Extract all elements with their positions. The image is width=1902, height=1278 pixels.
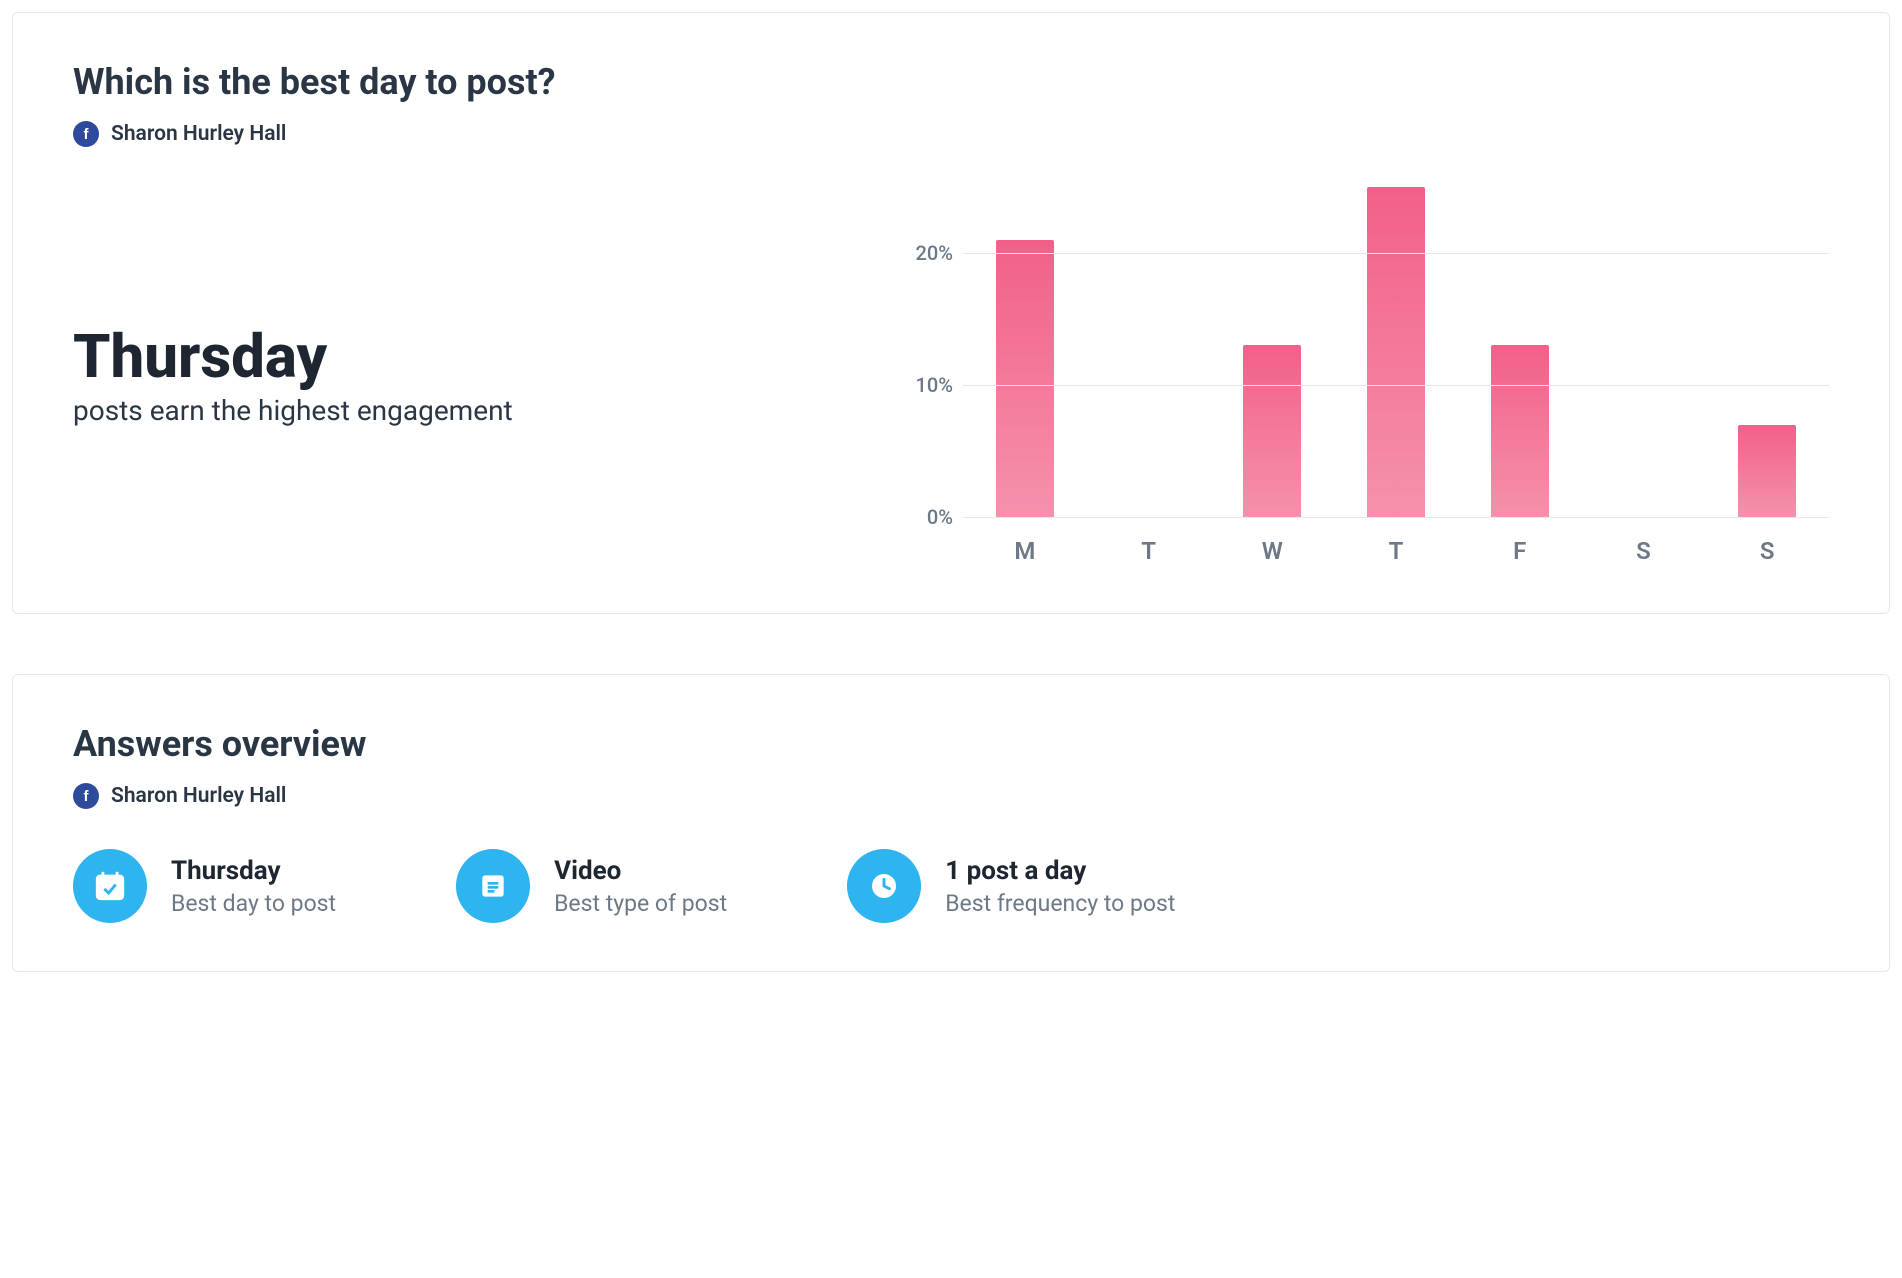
best-day-card: Which is the best day to post? f Sharon …: [12, 12, 1890, 614]
chart-column: 0%10%20% MTWTFSS: [873, 187, 1829, 565]
clock-icon: [847, 849, 921, 923]
answer-subtitle: Best day to post: [171, 890, 336, 917]
profile-name: Sharon Hurley Hall: [111, 122, 286, 146]
summary-column: Thursday posts earn the highest engageme…: [73, 325, 873, 427]
bar-slot: [1582, 187, 1706, 517]
content-row: Thursday posts earn the highest engageme…: [73, 187, 1829, 565]
profile-row: f Sharon Hurley Hall: [73, 783, 1829, 809]
answer-text: Video Best type of post: [554, 856, 727, 917]
gridline: [963, 517, 1829, 518]
bar-slot: [1705, 187, 1829, 517]
chart-bar: [1243, 345, 1301, 517]
calendar-icon: [73, 849, 147, 923]
x-axis-label: M: [963, 537, 1087, 565]
best-day-subtext: posts earn the highest engagement: [73, 394, 833, 427]
x-axis-label: F: [1458, 537, 1582, 565]
profile-name: Sharon Hurley Hall: [111, 784, 286, 808]
best-day-value: Thursday: [73, 325, 833, 388]
chart-bar: [996, 240, 1054, 517]
card-title: Answers overview: [73, 723, 1829, 765]
chart-bar: [1491, 345, 1549, 517]
post-type-icon: [456, 849, 530, 923]
answer-text: Thursday Best day to post: [171, 856, 336, 917]
facebook-icon: f: [73, 121, 99, 147]
x-axis-label: W: [1210, 537, 1334, 565]
answers-overview-card: Answers overview f Sharon Hurley Hall Th…: [12, 674, 1890, 972]
y-axis-label: 10%: [893, 373, 953, 397]
bar-slot: [1334, 187, 1458, 517]
best-day-chart: 0%10%20% MTWTFSS: [893, 187, 1829, 565]
profile-row: f Sharon Hurley Hall: [73, 121, 1829, 147]
bar-slot: [1210, 187, 1334, 517]
gridline: [963, 385, 1829, 386]
chart-bar: [1367, 187, 1425, 517]
answer-text: 1 post a day Best frequency to post: [945, 856, 1175, 917]
bar-slot: [1458, 187, 1582, 517]
x-axis-label: S: [1705, 537, 1829, 565]
answer-subtitle: Best type of post: [554, 890, 727, 917]
answer-title: Video: [554, 856, 727, 886]
chart-bar: [1738, 425, 1796, 517]
bar-slot: [963, 187, 1087, 517]
answer-item-best-day: Thursday Best day to post: [73, 849, 336, 923]
answer-subtitle: Best frequency to post: [945, 890, 1175, 917]
y-axis-label: 20%: [893, 241, 953, 265]
bar-slot: [1087, 187, 1211, 517]
y-axis-label: 0%: [893, 505, 953, 529]
x-axis-label: S: [1582, 537, 1706, 565]
answer-item-best-type: Video Best type of post: [456, 849, 727, 923]
x-axis-label: T: [1087, 537, 1211, 565]
answer-title: 1 post a day: [945, 856, 1175, 886]
card-title: Which is the best day to post?: [73, 61, 1829, 103]
answer-item-best-frequency: 1 post a day Best frequency to post: [847, 849, 1175, 923]
gridline: [963, 253, 1829, 254]
answer-title: Thursday: [171, 856, 336, 886]
x-axis-label: T: [1334, 537, 1458, 565]
facebook-icon: f: [73, 783, 99, 809]
answers-row: Thursday Best day to post Video Best typ…: [73, 849, 1829, 923]
